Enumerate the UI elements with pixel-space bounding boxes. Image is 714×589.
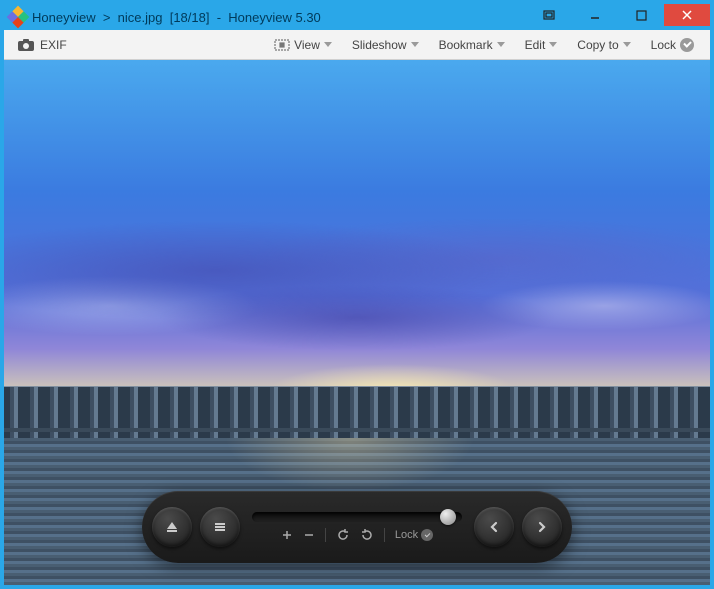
edit-label: Edit <box>525 38 546 52</box>
view-label: View <box>294 38 320 52</box>
slideshow-menu[interactable]: Slideshow <box>344 34 427 56</box>
toolbar: EXIF View Slideshow Bookmark Edit Copy t… <box>4 30 710 60</box>
title-dash: - <box>217 10 221 25</box>
close-button[interactable] <box>664 4 710 26</box>
image-viewport[interactable]: Lock <box>4 60 710 585</box>
menu-button[interactable] <box>200 507 240 547</box>
player-controls: Lock <box>142 491 572 563</box>
rotate-cw-button[interactable] <box>360 528 374 542</box>
previous-button[interactable] <box>474 507 514 547</box>
app-window: Honeyview > nice.jpg [18/18] - Honeyview… <box>0 0 714 589</box>
edit-menu[interactable]: Edit <box>517 34 566 56</box>
chevron-down-icon <box>411 42 419 47</box>
minimize-button[interactable] <box>572 4 618 26</box>
camera-icon <box>18 39 34 51</box>
window-title: Honeyview > nice.jpg [18/18] - Honeyview… <box>32 10 526 25</box>
zoom-in-button[interactable] <box>281 529 293 541</box>
slider-thumb[interactable] <box>440 509 456 525</box>
next-button[interactable] <box>522 507 562 547</box>
exif-label: EXIF <box>40 38 67 52</box>
title-bar[interactable]: Honeyview > nice.jpg [18/18] - Honeyview… <box>4 4 710 30</box>
window-controls <box>526 4 710 30</box>
chevron-down-icon <box>497 42 505 47</box>
window-aux-button[interactable] <box>526 4 572 26</box>
title-app: Honeyview <box>32 10 96 25</box>
maximize-button[interactable] <box>618 4 664 26</box>
bookmark-menu[interactable]: Bookmark <box>431 34 513 56</box>
lock-toggle-label: Lock <box>395 529 418 541</box>
view-menu[interactable]: View <box>266 34 340 56</box>
eject-button[interactable] <box>152 507 192 547</box>
app-logo-icon <box>7 6 30 29</box>
title-file: nice.jpg <box>118 10 163 25</box>
copyto-label: Copy to <box>577 38 618 52</box>
progress-slider[interactable] <box>252 512 462 522</box>
chevron-down-icon <box>623 42 631 47</box>
exif-button[interactable]: EXIF <box>12 34 73 56</box>
bookmark-label: Bookmark <box>439 38 493 52</box>
check-icon <box>421 529 433 541</box>
lock-label: Lock <box>651 38 676 52</box>
title-index: [18/18] <box>170 10 210 25</box>
title-appver: Honeyview 5.30 <box>228 10 321 25</box>
title-separator: > <box>103 10 111 25</box>
rotate-ccw-button[interactable] <box>336 528 350 542</box>
zoom-out-button[interactable] <box>303 529 315 541</box>
check-icon <box>680 38 694 52</box>
slideshow-label: Slideshow <box>352 38 407 52</box>
chevron-down-icon <box>549 42 557 47</box>
lock-toggle[interactable]: Lock <box>395 529 433 541</box>
chevron-down-icon <box>324 42 332 47</box>
lock-button[interactable]: Lock <box>643 34 702 56</box>
copyto-menu[interactable]: Copy to <box>569 34 638 56</box>
fit-icon <box>274 39 290 51</box>
